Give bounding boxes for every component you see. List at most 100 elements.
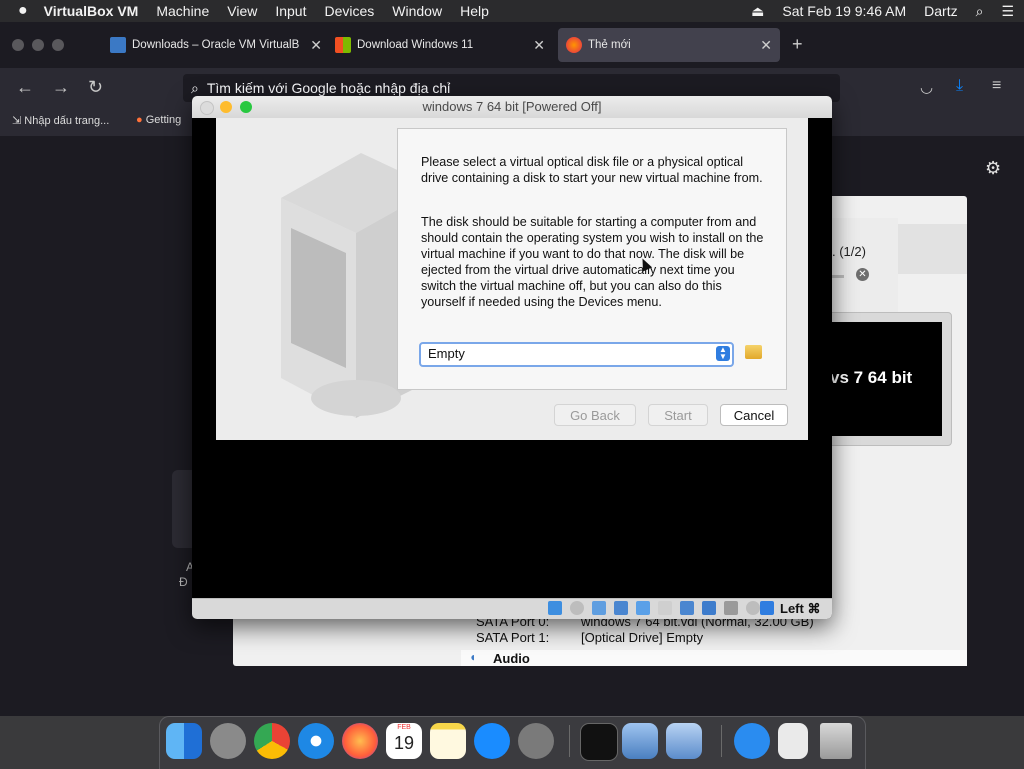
video-capture-icon[interactable] — [702, 601, 716, 615]
menubar-clock[interactable]: Sat Feb 19 9:46 AM — [782, 3, 906, 19]
trash-icon[interactable] — [820, 723, 852, 759]
vm-minimize-button[interactable] — [220, 101, 232, 113]
app-store-icon[interactable] — [474, 723, 510, 759]
window-minimize-button[interactable] — [32, 39, 44, 51]
tab-label: Download Windows 11 — [357, 39, 474, 51]
vm-window-titlebar: windows 7 64 bit [Powered Off] — [192, 96, 832, 118]
vm-zoom-button[interactable] — [240, 101, 252, 113]
forward-arrow-icon[interactable]: → — [52, 77, 70, 98]
optical-disk-icon[interactable] — [570, 601, 584, 615]
close-tab-icon[interactable]: ✕ — [310, 37, 322, 54]
shared-folder-icon[interactable] — [658, 601, 672, 615]
hamburger-menu-icon[interactable]: ≡ — [992, 77, 1001, 95]
progress-bar — [830, 275, 844, 278]
audio-status-icon[interactable] — [592, 601, 606, 615]
menu-devices[interactable]: Devices — [324, 3, 374, 19]
menu-machine[interactable]: Machine — [156, 3, 209, 19]
bg-shortcut-tile — [172, 470, 192, 548]
progress-text: . (1/2) — [832, 244, 866, 259]
safari-icon[interactable] — [298, 723, 334, 759]
reload-icon[interactable]: ↻ — [88, 77, 103, 98]
vm-preview-name: vs 7 64 bit — [830, 368, 913, 387]
audio-label: Audio — [493, 651, 530, 666]
virtualbox-site-icon — [110, 37, 126, 53]
hard-disk-icon[interactable] — [548, 601, 562, 615]
vm-close-button[interactable] — [200, 101, 214, 115]
calendar-month: FEB — [397, 724, 411, 731]
search-icon: ⌕ — [191, 79, 199, 96]
firefox-icon — [566, 37, 582, 53]
menubar-user[interactable]: Dartz — [924, 3, 957, 19]
new-tab-plus-icon[interactable]: + — [792, 34, 803, 55]
pocket-icon[interactable]: ◡ — [920, 78, 933, 96]
start-button[interactable]: Start — [648, 404, 708, 426]
firefox-icon[interactable] — [342, 723, 378, 759]
firefox-small-icon: ● — [136, 114, 143, 126]
import-icon: ⇲ — [12, 115, 22, 127]
host-key-label: Left ⌘ — [780, 601, 821, 616]
system-preferences-icon[interactable] — [518, 723, 554, 759]
apple-icon[interactable]: ● — [18, 2, 28, 20]
document-icon[interactable] — [778, 723, 808, 759]
app-name-menu[interactable]: VirtualBox VM — [44, 3, 139, 19]
menu-window[interactable]: Window — [392, 3, 442, 19]
control-center-icon[interactable]: ☰ — [1001, 3, 1014, 20]
go-back-button[interactable]: Go Back — [554, 404, 636, 426]
cancel-button[interactable]: Cancel — [720, 404, 788, 426]
tab-label: Downloads – Oracle VM VirtualB — [132, 39, 300, 51]
bookmark-import[interactable]: ⇲ Nhập dấu trang... — [12, 114, 109, 127]
bookmark-label: Getting — [145, 114, 182, 126]
selected-disk-value: Empty — [428, 346, 465, 361]
tab-downloads-oracle[interactable]: Downloads – Oracle VM VirtualB ✕ — [110, 28, 330, 62]
notes-icon[interactable] — [430, 723, 466, 759]
mouse-integration-icon[interactable] — [746, 601, 760, 615]
dock-divider — [569, 725, 570, 757]
vm-preview-screen: vs 7 64 bit — [830, 322, 942, 436]
menu-help[interactable]: Help — [460, 3, 489, 19]
menu-view[interactable]: View — [227, 3, 257, 19]
app-store-downloads-icon[interactable] — [734, 723, 770, 759]
calendar-icon[interactable]: FEB 19 — [386, 723, 422, 759]
window-close-button[interactable] — [12, 39, 24, 51]
optical-disk-select[interactable]: Empty ▲ ▼ — [419, 342, 734, 367]
close-tab-icon[interactable]: ✕ — [760, 37, 772, 54]
tab-download-windows-11[interactable]: Download Windows 11 ✕ — [335, 28, 553, 62]
eject-icon[interactable]: ⏏ — [751, 3, 764, 20]
menu-input[interactable]: Input — [275, 3, 306, 19]
spotlight-icon[interactable]: ⌕ — [976, 3, 984, 20]
usb-icon[interactable] — [636, 601, 650, 615]
gear-icon[interactable]: ⚙ — [985, 158, 1001, 179]
speaker-icon: ◖ — [469, 650, 477, 664]
bookmark-label: Nhập dấu trang... — [24, 115, 110, 127]
launchpad-icon[interactable] — [210, 723, 246, 759]
finder-icon[interactable] — [166, 723, 202, 759]
vm-status-bar: Left ⌘ — [192, 598, 832, 619]
display-icon[interactable] — [680, 601, 694, 615]
window-zoom-button[interactable] — [52, 39, 64, 51]
close-tab-icon[interactable]: ✕ — [533, 37, 545, 54]
dock-divider — [721, 725, 722, 757]
network-icon[interactable] — [614, 601, 628, 615]
url-placeholder: Tìm kiếm với Google hoặc nhập địa chỉ — [206, 80, 451, 96]
dialog-explanation-text: The disk should be suitable for starting… — [421, 215, 764, 309]
cancel-progress-icon[interactable]: ✕ — [856, 268, 869, 281]
tab-new-tab[interactable]: Thẻ mới ✕ — [558, 28, 780, 62]
bg-text-fragment: Đ — [179, 575, 188, 589]
dialog-instruction-text: Please select a virtual optical disk fil… — [421, 155, 763, 185]
storage-port-1-label: SATA Port 1: — [476, 630, 550, 645]
activity-monitor-icon[interactable] — [580, 723, 618, 761]
virtualbox-vm-icon[interactable] — [666, 723, 702, 759]
select-stepper-icon[interactable]: ▲ ▼ — [716, 346, 730, 361]
keyboard-capture-icon[interactable] — [760, 601, 774, 615]
tab-label: Thẻ mới — [588, 39, 631, 51]
vt-x-icon[interactable] — [724, 601, 738, 615]
downloads-icon[interactable]: ⤓ — [956, 77, 963, 95]
calendar-day: 19 — [393, 733, 415, 753]
choose-disk-file-folder-icon[interactable] — [745, 345, 762, 359]
chrome-icon[interactable] — [254, 723, 290, 759]
storage-port-1-value: [Optical Drive] Empty — [581, 630, 704, 645]
virtualbox-icon[interactable] — [622, 723, 658, 759]
audio-section-header[interactable]: ◖ Audio — [461, 650, 967, 666]
bookmark-getting-started[interactable]: ● Getting — [136, 114, 181, 126]
back-arrow-icon[interactable]: ← — [16, 77, 34, 98]
